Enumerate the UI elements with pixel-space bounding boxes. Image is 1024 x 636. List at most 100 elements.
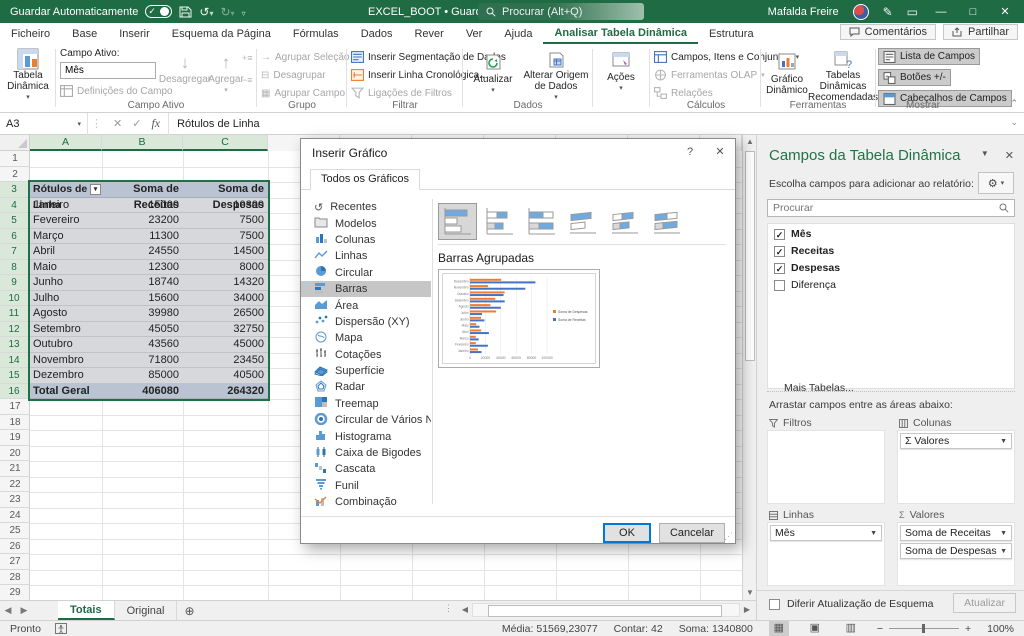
row-header-24[interactable]: 24: [0, 508, 30, 524]
chart-type-combinacao[interactable]: Combinação: [301, 494, 431, 510]
cell[interactable]: Fevereiro: [30, 213, 102, 228]
ribbon-tab-ver[interactable]: Ver: [455, 25, 494, 43]
pivot-data-row[interactable]: Fevereiro232007500: [30, 213, 268, 229]
cell[interactable]: Julho: [30, 291, 102, 306]
collapse-field-icon[interactable]: −≡: [242, 75, 253, 85]
enter-icon[interactable]: ✓: [132, 117, 141, 130]
maximize-button[interactable]: □: [964, 6, 982, 18]
field-diferenca[interactable]: Diferença: [774, 278, 1014, 292]
field-chip-mes[interactable]: Mês▼: [770, 525, 882, 541]
scroll-right-icon[interactable]: ▶: [740, 603, 754, 617]
pivot-data-row[interactable]: Março113007500: [30, 229, 268, 245]
ribbon-tab-formulas[interactable]: Fórmulas: [282, 25, 350, 43]
checkbox-icon[interactable]: ✓: [774, 263, 785, 274]
cell[interactable]: 11300: [102, 229, 183, 244]
close-button[interactable]: ✕: [996, 5, 1014, 18]
accessibility-icon[interactable]: [55, 623, 67, 634]
page-break-view-button[interactable]: ▥: [841, 621, 861, 636]
ok-button[interactable]: OK: [603, 523, 651, 543]
ribbon-tab-ajuda[interactable]: Ajuda: [493, 25, 543, 43]
ribbon-display-icon[interactable]: ▭: [907, 5, 918, 19]
scroll-down-icon[interactable]: ▼: [743, 586, 757, 600]
row-header-3[interactable]: 3: [0, 182, 30, 198]
pivot-total-row[interactable]: Total Geral406080264320: [30, 384, 268, 400]
cell[interactable]: Março: [30, 229, 102, 244]
expand-field-icon[interactable]: +≡: [242, 53, 253, 63]
cell[interactable]: Rótulos de Linha▾: [30, 182, 102, 197]
horizontal-scrollbar[interactable]: ◀ ▶: [458, 603, 754, 617]
search-bar[interactable]: Procurar (Alt+Q): [478, 3, 644, 20]
normal-view-button[interactable]: ▦: [769, 621, 789, 636]
pivot-data-row[interactable]: Agosto3998026500: [30, 306, 268, 322]
sheet-next-icon[interactable]: ▶: [16, 601, 32, 620]
pivot-data-row[interactable]: Abril2455014500: [30, 244, 268, 260]
cancel-button[interactable]: Cancelar: [659, 523, 725, 543]
ribbon-tab-base[interactable]: Base: [61, 25, 108, 43]
vertical-scroll-thumb[interactable]: [745, 151, 755, 361]
avatar[interactable]: [853, 4, 869, 20]
row-labels-filter-icon[interactable]: ▾: [90, 184, 101, 195]
cell[interactable]: 23450: [183, 353, 268, 368]
row-header-2[interactable]: 2: [0, 167, 30, 183]
chart-type-barras[interactable]: Barras: [301, 281, 431, 297]
cell[interactable]: 39980: [102, 306, 183, 321]
pane-close-icon[interactable]: ✕: [1005, 149, 1014, 162]
cell[interactable]: Soma de Despesas: [183, 182, 268, 197]
column-header-a[interactable]: A: [30, 135, 102, 151]
pane-tools-button[interactable]: ⚙▾: [978, 172, 1014, 194]
subtype-barras-agrupadas[interactable]: [438, 203, 477, 240]
cell[interactable]: 14500: [183, 244, 268, 259]
cell[interactable]: Novembro: [30, 353, 102, 368]
group-field-button[interactable]: ▦ Agrupar Campo: [261, 85, 345, 101]
sheet-tab-original[interactable]: Original: [115, 601, 178, 620]
collapse-ribbon-icon[interactable]: ⌃: [1010, 98, 1018, 109]
cell[interactable]: 40500: [183, 368, 268, 383]
chart-type-superficie[interactable]: Superfície: [301, 363, 431, 379]
redo-icon[interactable]: ↻▾: [220, 5, 234, 19]
pivot-data-row[interactable]: Janeiro1500010300: [30, 198, 268, 214]
chart-type-circular[interactable]: Circular: [301, 265, 431, 281]
cell[interactable]: 32750: [183, 322, 268, 337]
cell[interactable]: 12300: [102, 260, 183, 275]
chart-type-histograma[interactable]: Histograma: [301, 428, 431, 444]
save-icon[interactable]: [179, 5, 192, 19]
row-header-23[interactable]: 23: [0, 492, 30, 508]
cell[interactable]: Setembro: [30, 322, 102, 337]
column-header-b[interactable]: B: [102, 135, 183, 151]
chart-type-treemap[interactable]: Treemap: [301, 396, 431, 412]
row-header-11[interactable]: 11: [0, 306, 30, 322]
field-despesas[interactable]: ✓Despesas: [774, 261, 1014, 275]
ungroup-button[interactable]: ⊟ Desagrupar: [261, 67, 326, 83]
cell[interactable]: 26500: [183, 306, 268, 321]
row-header-19[interactable]: 19: [0, 430, 30, 446]
row-header-15[interactable]: 15: [0, 368, 30, 384]
cell[interactable]: 23200: [102, 213, 183, 228]
pivot-chart-button[interactable]: Gráfico Dinâmico: [763, 47, 811, 103]
columns-area[interactable]: Σ Valores▼: [897, 430, 1015, 504]
field-chip-valores[interactable]: Σ Valores▼: [900, 433, 1012, 449]
cell[interactable]: Outubro: [30, 337, 102, 352]
pane-search-input[interactable]: Procurar: [767, 199, 1015, 217]
cell[interactable]: Soma de Receitas: [102, 182, 183, 197]
chart-type-radar[interactable]: Radar: [301, 379, 431, 395]
field-chip-soma-de-despesas[interactable]: Soma de Despesas▼: [900, 543, 1012, 559]
row-header-14[interactable]: 14: [0, 353, 30, 369]
pivot-header-row[interactable]: Rótulos de Linha▾Soma de ReceitasSoma de…: [30, 182, 268, 198]
field-chip-soma-de-receitas[interactable]: Soma de Receitas▼: [900, 525, 1012, 541]
cell[interactable]: 406080: [102, 384, 183, 399]
formula-value[interactable]: Rótulos de Linha: [169, 118, 260, 130]
pen-icon[interactable]: ✎: [883, 5, 893, 19]
cell[interactable]: 264320: [183, 384, 268, 399]
row-header-29[interactable]: 29: [0, 585, 30, 600]
ribbon-tab-estrutura[interactable]: Estrutura: [698, 25, 765, 43]
cell[interactable]: 15000: [102, 198, 183, 213]
chart-type-circular-de-varios-niveis[interactable]: Circular de Vários Níveis: [301, 412, 431, 428]
pivot-table[interactable]: Rótulos de Linha▾Soma de ReceitasSoma de…: [30, 182, 268, 399]
zoom-thumb[interactable]: [922, 624, 925, 633]
cell[interactable]: Janeiro: [30, 198, 102, 213]
row-header-27[interactable]: 27: [0, 554, 30, 570]
checkbox-icon[interactable]: ✓: [774, 246, 785, 257]
subtype-barras-3d-100-empilhadas[interactable]: [648, 203, 687, 240]
pivot-data-row[interactable]: Dezembro8500040500: [30, 368, 268, 384]
cell[interactable]: 14320: [183, 275, 268, 290]
